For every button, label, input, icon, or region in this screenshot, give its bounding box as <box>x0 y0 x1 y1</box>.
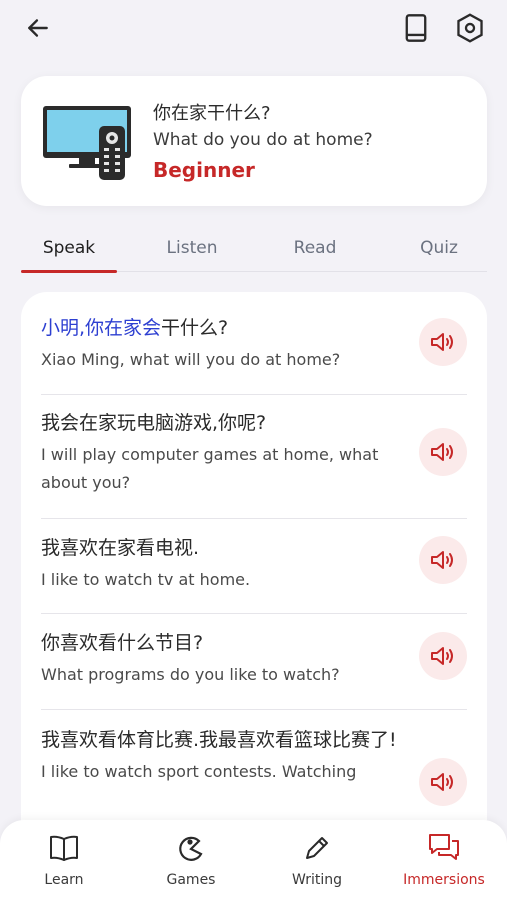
tab-quiz[interactable]: Quiz <box>391 226 487 271</box>
speaker-icon <box>431 773 453 791</box>
arrow-left-icon <box>28 19 48 37</box>
divider <box>41 613 467 614</box>
top-bar <box>0 0 507 56</box>
speaker-icon <box>431 551 453 569</box>
dialog-line-chinese: 我喜欢在家看电视. <box>41 537 200 559</box>
play-audio-button[interactable] <box>419 428 467 476</box>
divider <box>41 709 467 710</box>
tab-read[interactable]: Read <box>267 226 363 271</box>
open-book-icon <box>50 835 78 861</box>
nav-label: Learn <box>44 872 84 888</box>
nav-item-writing[interactable]: Writing <box>267 830 367 894</box>
play-audio-button[interactable] <box>419 536 467 584</box>
dialog-line-english: I like to watch sport contests. Watching <box>41 762 357 781</box>
nav-item-learn[interactable]: Learn <box>14 830 114 894</box>
dialog-line-chinese: 你喜欢看什么节目? <box>41 632 204 654</box>
chinese-text: 干什么? <box>161 317 229 339</box>
speaker-icon <box>431 333 453 351</box>
lesson-title-english: What do you do at home? <box>153 130 373 150</box>
divider <box>41 394 467 395</box>
play-audio-button[interactable] <box>419 758 467 806</box>
dialog-line-english: Xiao Ming, what will you do at home? <box>41 350 341 369</box>
games-icon <box>179 836 203 861</box>
settings-button[interactable] <box>452 10 488 46</box>
nav-item-games[interactable]: Games <box>141 830 241 894</box>
bottom-navigation: Learn Games Writing Immersions <box>0 820 507 900</box>
dialog-line: 我喜欢看体育比赛.我最喜欢看篮球比赛了! I like to watch spo… <box>41 724 411 786</box>
lesson-card: 你在家干什么? What do you do at home? Beginner <box>21 76 487 206</box>
pencil-icon <box>306 837 328 859</box>
book-button[interactable] <box>398 10 434 46</box>
nav-label: Immersions <box>403 872 485 888</box>
dialog-line-english: What programs do you like to watch? <box>41 665 340 684</box>
dialog-line: 我会在家玩电脑游戏,你呢? I will play computer games… <box>41 407 467 497</box>
chat-bubbles-icon <box>429 834 459 860</box>
lesson-level-badge: Beginner <box>153 158 255 182</box>
dialog-line-chinese: 我会在家玩电脑游戏,你呢? <box>41 412 267 434</box>
dialog-line: 你喜欢看什么节目? What programs do you like to w… <box>41 627 467 689</box>
dialog-line-english: I like to watch tv at home. <box>41 570 251 589</box>
lesson-tabs: Speak Listen Read Quiz <box>21 226 487 273</box>
back-button[interactable] <box>20 10 56 46</box>
play-audio-button[interactable] <box>419 632 467 680</box>
hexagon-settings-icon <box>457 13 483 43</box>
dialog-line-chinese: 我喜欢看体育比赛.我最喜欢看篮球比赛了! <box>41 729 397 751</box>
tab-listen[interactable]: Listen <box>144 226 240 271</box>
divider <box>41 518 467 519</box>
speaker-icon <box>431 443 453 461</box>
dialog-list: 小明,你在家会干什么? Xiao Ming, what will you do … <box>21 292 487 900</box>
dialog-line: 我喜欢在家看电视. I like to watch tv at home. <box>41 532 467 594</box>
nav-label: Games <box>166 872 216 888</box>
nav-label: Writing <box>292 872 342 888</box>
play-audio-button[interactable] <box>419 318 467 366</box>
speaker-icon <box>431 647 453 665</box>
tv-remote-illustration <box>43 106 131 180</box>
nav-item-immersions[interactable]: Immersions <box>394 830 494 894</box>
dialog-line: 小明,你在家会干什么? Xiao Ming, what will you do … <box>41 312 467 374</box>
highlighted-text: 小明,你在家会 <box>41 317 162 339</box>
tab-speak[interactable]: Speak <box>21 226 117 273</box>
lesson-title-chinese: 你在家干什么? <box>153 103 271 124</box>
dialog-line-english: I will play computer games at home, what… <box>41 445 379 492</box>
dialog-line-chinese: 小明,你在家会干什么? <box>41 312 467 344</box>
book-icon <box>405 14 427 42</box>
